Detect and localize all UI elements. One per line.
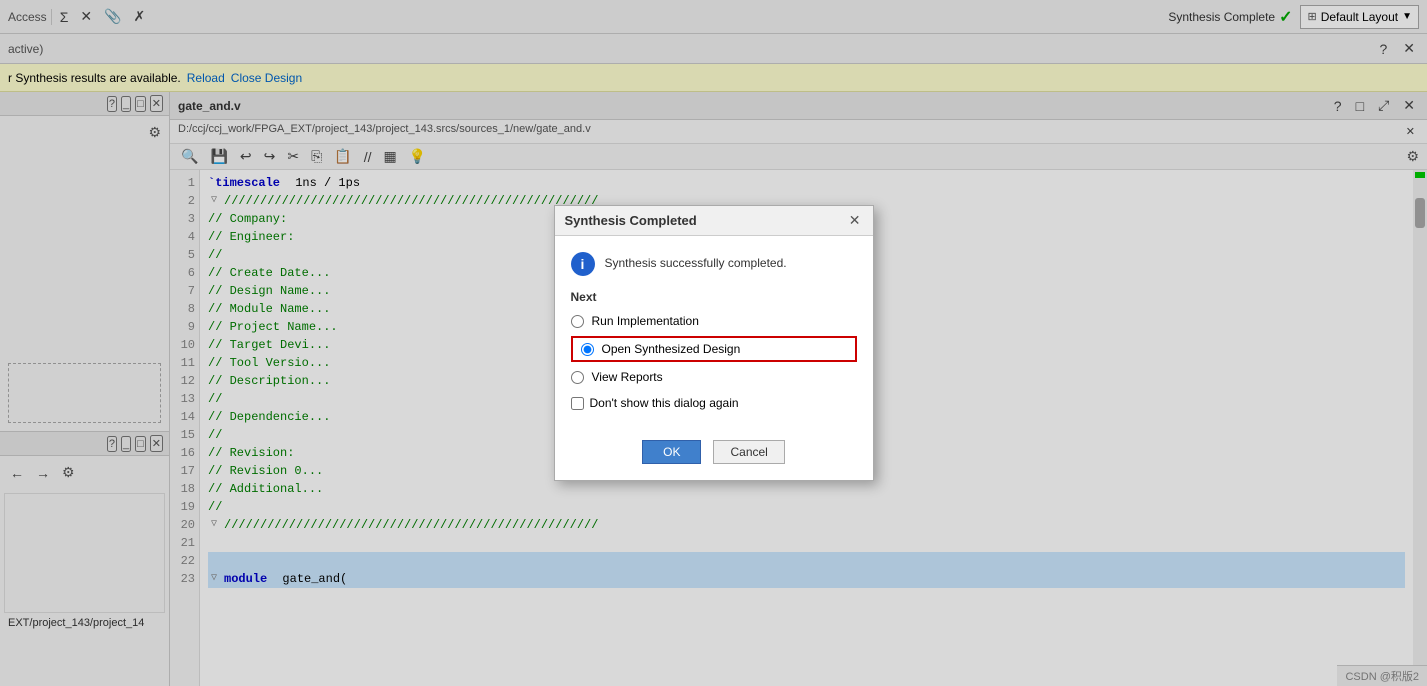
view-reports-label[interactable]: View Reports	[592, 370, 663, 384]
dont-show-checkbox[interactable]	[571, 397, 584, 410]
view-reports-radio[interactable]	[571, 371, 584, 384]
open-synthesized-design-option[interactable]: Open Synthesized Design	[571, 336, 857, 362]
modal-close-button[interactable]: ✕	[847, 212, 863, 229]
modal-title: Synthesis Completed	[565, 213, 697, 228]
info-icon: i	[571, 252, 595, 276]
modal-buttons: OK Cancel	[555, 430, 873, 480]
dont-show-label[interactable]: Don't show this dialog again	[590, 396, 739, 410]
run-implementation-radio[interactable]	[571, 315, 584, 328]
open-synthesized-design-radio[interactable]	[581, 343, 594, 356]
modal-next-label: Next	[571, 290, 857, 304]
run-implementation-option[interactable]: Run Implementation	[571, 314, 857, 328]
modal-info-text: Synthesis successfully completed.	[605, 252, 787, 270]
synthesis-completed-dialog: Synthesis Completed ✕ i Synthesis succes…	[554, 205, 874, 481]
view-reports-option[interactable]: View Reports	[571, 370, 857, 384]
run-implementation-label[interactable]: Run Implementation	[592, 314, 699, 328]
open-synthesized-design-label[interactable]: Open Synthesized Design	[602, 342, 741, 356]
modal-info-row: i Synthesis successfully completed.	[571, 252, 857, 276]
modal-overlay: Synthesis Completed ✕ i Synthesis succes…	[0, 0, 1427, 686]
modal-body: i Synthesis successfully completed. Next…	[555, 236, 873, 430]
ok-button[interactable]: OK	[642, 440, 701, 464]
dont-show-row: Don't show this dialog again	[571, 396, 857, 410]
cancel-button[interactable]: Cancel	[713, 440, 784, 464]
modal-titlebar: Synthesis Completed ✕	[555, 206, 873, 236]
